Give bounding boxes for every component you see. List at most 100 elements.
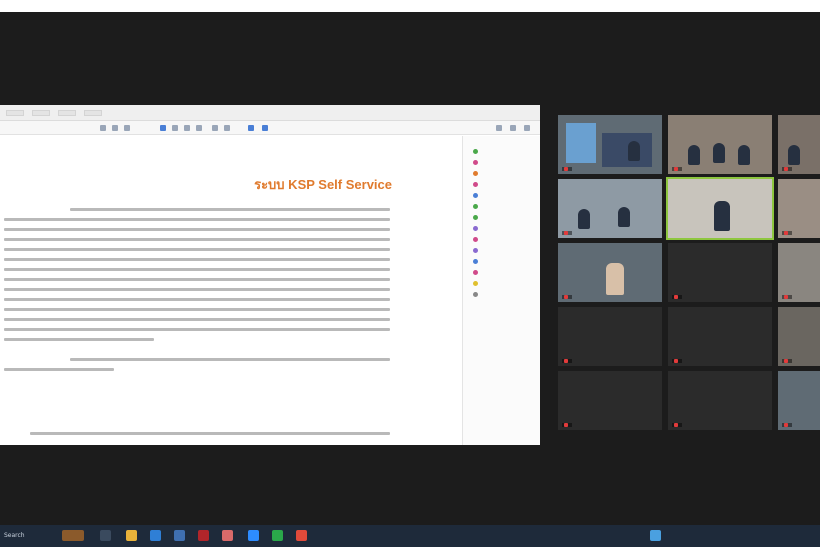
participant-video-tile[interactable] <box>778 243 820 302</box>
logo-icon[interactable] <box>62 530 84 541</box>
side-panel-item[interactable] <box>463 179 540 190</box>
participant-video-tile[interactable] <box>558 179 662 238</box>
text-line <box>4 308 390 311</box>
text-line <box>4 298 390 301</box>
muted-mic-icon <box>674 359 678 363</box>
participant-video-tile-active-speaker[interactable] <box>666 177 774 240</box>
meeting-window: ระบบ KSP Self Service <box>0 12 820 525</box>
side-panel-item[interactable] <box>463 234 540 245</box>
text-line <box>30 432 390 435</box>
participant-video-tile[interactable] <box>668 115 772 174</box>
side-panel-item[interactable] <box>463 245 540 256</box>
shared-screen: ระบบ KSP Self Service <box>0 105 540 445</box>
zoom-app-icon[interactable] <box>248 530 259 541</box>
chrome-icon[interactable] <box>296 530 307 541</box>
participant-video-tile[interactable] <box>778 307 820 366</box>
participant-tile[interactable] <box>668 243 772 302</box>
toolbar-icon[interactable] <box>124 125 130 131</box>
side-panel-item[interactable] <box>463 223 540 234</box>
participant-figure <box>713 143 725 163</box>
participant-name-label <box>562 423 572 427</box>
toolbar-icon[interactable] <box>112 125 118 131</box>
toolbar-icon[interactable] <box>524 125 530 131</box>
video-background <box>602 133 652 167</box>
participant-figure <box>618 207 630 227</box>
participant-name-label <box>672 295 682 299</box>
participant-video-tile[interactable] <box>778 115 820 174</box>
participant-figure <box>578 209 590 229</box>
pdf-reader-icon[interactable] <box>222 530 233 541</box>
participant-tile[interactable] <box>558 371 662 430</box>
text-line <box>4 248 390 251</box>
line-app-icon[interactable] <box>272 530 283 541</box>
participant-video-tile[interactable] <box>558 115 662 174</box>
participant-video-tile[interactable] <box>558 243 662 302</box>
toolbar-icon[interactable] <box>172 125 178 131</box>
participant-name-label <box>782 231 792 235</box>
toolbar-icon[interactable] <box>160 125 166 131</box>
toolbar-icon[interactable] <box>510 125 516 131</box>
participant-tile[interactable] <box>668 371 772 430</box>
muted-mic-icon <box>674 295 678 299</box>
weather-icon[interactable] <box>650 530 661 541</box>
document-page: ระบบ KSP Self Service <box>0 136 462 445</box>
edge-browser-icon[interactable] <box>150 530 161 541</box>
toolbar-icon[interactable] <box>196 125 202 131</box>
side-panel-item[interactable] <box>463 256 540 267</box>
participant-figure <box>788 145 800 165</box>
muted-mic-icon <box>564 359 568 363</box>
toolbar-icon[interactable] <box>496 125 502 131</box>
document-title: ระบบ KSP Self Service <box>254 177 392 192</box>
text-line <box>4 238 390 241</box>
side-panel-item[interactable] <box>463 157 540 168</box>
text-line <box>4 338 154 341</box>
file-explorer-icon[interactable] <box>126 530 137 541</box>
video-background <box>566 123 596 163</box>
mail-icon[interactable] <box>174 530 185 541</box>
side-panel-item[interactable] <box>463 146 540 157</box>
task-view-icon[interactable] <box>100 530 111 541</box>
taskbar-search-box[interactable]: Search <box>0 528 44 544</box>
red-app-icon[interactable] <box>198 530 209 541</box>
side-panel-item[interactable] <box>463 212 540 223</box>
toolbar-icon[interactable] <box>248 125 254 131</box>
side-panel-item[interactable] <box>463 201 540 212</box>
toolbar-icon[interactable] <box>262 125 268 131</box>
muted-mic-icon <box>674 423 678 427</box>
muted-mic-icon <box>784 423 788 427</box>
document-tab[interactable] <box>32 109 50 116</box>
participant-name-label <box>782 167 792 171</box>
participant-video-tile[interactable] <box>778 371 820 430</box>
toolbar-icon[interactable] <box>100 125 106 131</box>
participant-figure <box>738 145 750 165</box>
document-toolbar <box>0 121 540 135</box>
participant-tile[interactable] <box>668 307 772 366</box>
side-panel-item[interactable] <box>463 190 540 201</box>
document-tab[interactable] <box>84 109 102 116</box>
participant-video-tile[interactable] <box>778 179 820 238</box>
side-panel-item[interactable] <box>463 267 540 278</box>
participant-tile[interactable] <box>558 307 662 366</box>
muted-mic-icon <box>784 167 788 171</box>
side-panel-item[interactable] <box>463 278 540 289</box>
document-tab-bar <box>0 105 540 121</box>
muted-mic-icon <box>564 423 568 427</box>
toolbar-icon[interactable] <box>184 125 190 131</box>
text-line <box>70 208 390 211</box>
text-line <box>4 288 390 291</box>
text-line <box>4 328 390 331</box>
muted-mic-icon <box>564 167 568 171</box>
side-panel-item[interactable] <box>463 289 540 300</box>
side-panel-item[interactable] <box>463 168 540 179</box>
participant-name-label <box>672 423 682 427</box>
document-tab[interactable] <box>58 109 76 116</box>
document-tab[interactable] <box>6 109 24 116</box>
participant-name-label <box>782 295 792 299</box>
toolbar-icon[interactable] <box>224 125 230 131</box>
toolbar-icon[interactable] <box>212 125 218 131</box>
text-line <box>4 258 390 261</box>
participant-name-label <box>562 231 572 235</box>
muted-mic-icon <box>784 231 788 235</box>
text-line <box>70 358 390 361</box>
participant-name-label <box>672 359 682 363</box>
